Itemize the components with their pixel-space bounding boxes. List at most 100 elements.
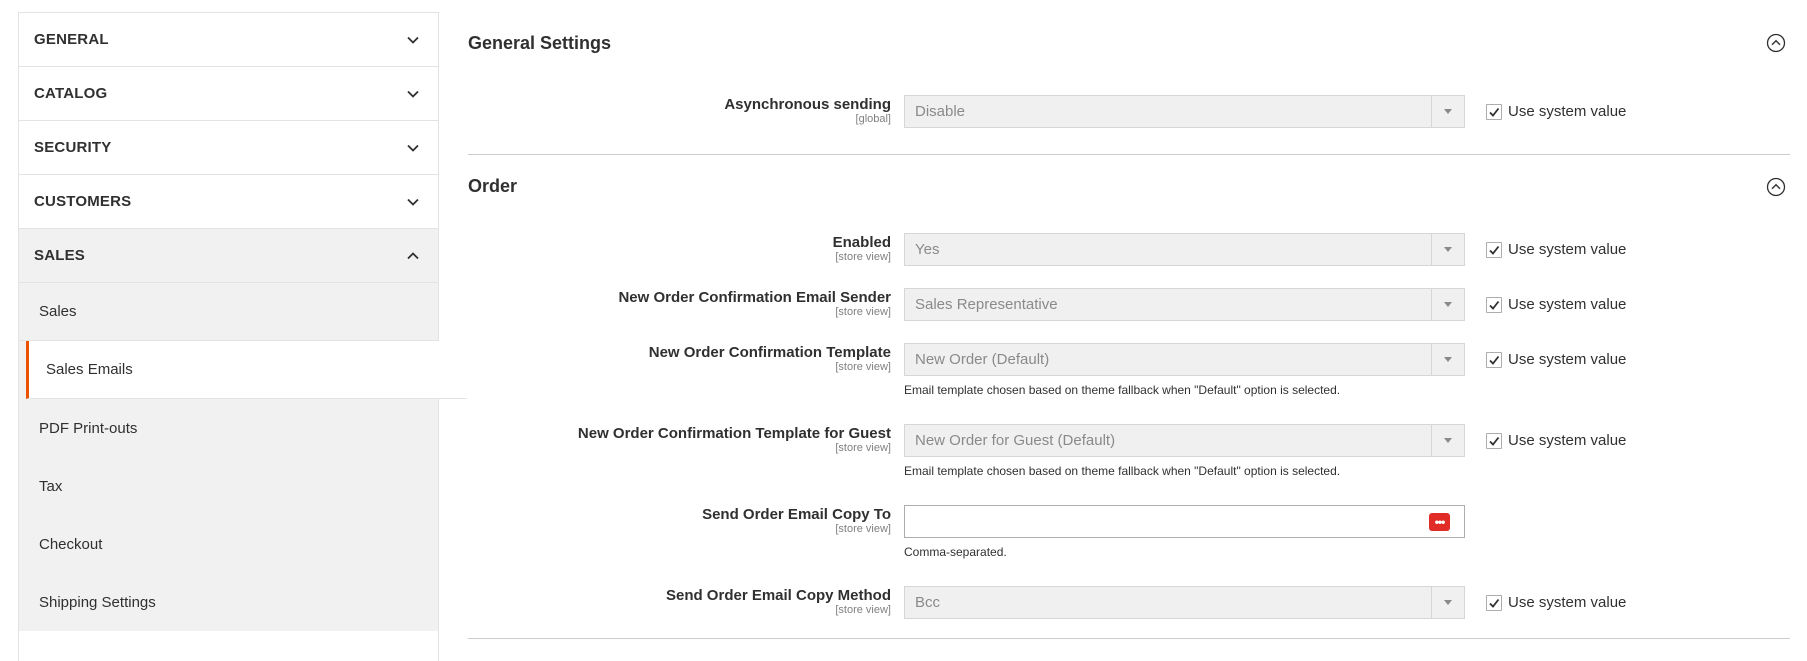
dropdown-arrow-icon [1431,344,1464,375]
collapse-circle-icon[interactable] [1766,177,1786,197]
guest-template-select[interactable]: New Order for Guest (Default) [904,424,1465,457]
sidebar-section-label: CATALOG [34,85,108,102]
checkbox-checked-icon [1486,296,1502,313]
dropdown-arrow-icon [1431,234,1464,265]
sidebar-item-shipping-settings[interactable]: Shipping Settings [19,573,438,631]
async-sending-select[interactable]: Disable [904,95,1465,128]
row-email-sender: New Order Confirmation Email Sender [sto… [468,285,1790,340]
checkbox-checked-icon [1486,103,1502,120]
copy-method-select[interactable]: Bcc [904,586,1465,619]
dropdown-arrow-icon [1431,587,1464,618]
sidebar-item-checkout[interactable]: Checkout [19,515,438,573]
field-label: Asynchronous sending [724,96,891,113]
field-label-group: Asynchronous sending [global] [724,96,891,126]
field-label-group: New Order Confirmation Template [store v… [649,344,891,374]
field-label-group: New Order Confirmation Template for Gues… [578,425,891,455]
scope-label: [store view] [835,523,891,535]
copy-to-input-wrapper: ••• [904,505,1465,538]
field-label: Send Order Email Copy Method [665,587,891,604]
scope-label: [store view] [835,251,891,263]
scope-label: [store view] [835,306,891,318]
use-system-value-checkbox[interactable]: Use system value [1486,296,1626,313]
field-label: Enabled [832,234,891,251]
general-settings-header[interactable]: General Settings [468,13,1790,73]
select-value: Yes [915,241,940,258]
field-label-group: Enabled [store view] [833,234,891,264]
scope-label: [store view] [835,361,891,373]
section-title: Order [468,176,518,196]
email-sender-select[interactable]: Sales Representative [904,288,1465,321]
sidebar-item-tax[interactable]: Tax [19,457,438,515]
field-label: New Order Confirmation Template [648,344,891,361]
checkbox-label: Use system value [1508,351,1627,368]
select-value: Disable [915,103,966,120]
checkbox-label: Use system value [1508,296,1627,313]
use-system-value-checkbox[interactable]: Use system value [1486,241,1626,258]
collapse-circle-icon[interactable] [1766,33,1786,53]
sidebar-section-sales[interactable]: SALES [19,229,438,283]
sidebar-item-pdf-printouts[interactable]: PDF Print-outs [19,399,438,457]
scope-label: [store view] [835,604,891,616]
checkbox-checked-icon [1486,241,1502,258]
row-confirmation-template: New Order Confirmation Template [store v… [468,340,1790,421]
field-label: Send Order Email Copy To [702,506,891,523]
password-manager-icon[interactable]: ••• [1429,513,1450,531]
dropdown-arrow-icon [1431,425,1464,456]
field-label-group: Send Order Email Copy Method [store view… [666,587,891,617]
section-divider [468,638,1790,639]
checkbox-checked-icon [1486,432,1502,449]
checkbox-label: Use system value [1508,594,1627,611]
section-title: General Settings [468,32,612,53]
chevron-down-icon [407,144,419,152]
use-system-value-checkbox[interactable]: Use system value [1486,351,1626,368]
sidebar-section-label: CUSTOMERS [34,193,132,210]
field-label-group: New Order Confirmation Email Sender [sto… [618,289,891,319]
order-header[interactable]: Order [468,155,1790,218]
sidebar-item-sales[interactable]: Sales [19,283,438,341]
sidebar-section-label: SECURITY [34,139,112,156]
field-note: Email template chosen based on theme fal… [904,383,1341,397]
checkbox-checked-icon [1486,351,1502,368]
sales-subnav: Sales Sales Emails PDF Print-outs Tax Ch… [19,283,467,631]
enabled-select[interactable]: Yes [904,233,1465,266]
field-label: New Order Confirmation Template for Gues… [577,425,891,442]
sidebar-item-sales-emails[interactable]: Sales Emails [26,341,467,399]
row-guest-template: New Order Confirmation Template for Gues… [468,421,1790,502]
row-enabled: Enabled [store view] Yes Use system valu… [468,230,1790,285]
use-system-value-checkbox[interactable]: Use system value [1486,594,1626,611]
chevron-down-icon [407,198,419,206]
field-note: Comma-separated. [904,545,1007,559]
sidebar-section-general[interactable]: GENERAL [19,13,438,67]
use-system-value-checkbox[interactable]: Use system value [1486,432,1626,449]
config-main: General Settings Asynchronous sending [g… [468,0,1790,661]
dropdown-arrow-icon [1431,289,1464,320]
dropdown-arrow-icon [1431,96,1464,127]
sidebar-section-security[interactable]: SECURITY [19,121,438,175]
select-value: New Order for Guest (Default) [915,432,1116,449]
copy-to-input[interactable] [905,506,1409,537]
sidebar-section-customers[interactable]: CUSTOMERS [19,175,438,229]
checkbox-checked-icon [1486,594,1502,611]
chevron-down-icon [407,36,419,44]
sidebar-section-label: SALES [34,247,86,264]
checkbox-label: Use system value [1508,241,1627,258]
sidebar-section-catalog[interactable]: CATALOG [19,67,438,121]
select-value: Bcc [915,594,941,611]
sidebar-section-label: GENERAL [34,31,109,48]
field-label-group: Send Order Email Copy To [store view] [702,506,891,536]
config-sidebar: GENERAL CATALOG SECURITY CUSTOMERS SALES… [18,12,467,661]
select-value: Sales Representative [915,296,1058,313]
use-system-value-checkbox[interactable]: Use system value [1486,103,1626,120]
field-note: Email template chosen based on theme fal… [904,464,1341,478]
scope-label: [store view] [835,442,891,454]
row-async-sending: Asynchronous sending [global] Disable Us… [468,73,1790,154]
field-label: New Order Confirmation Email Sender [618,289,891,306]
scope-label: [global] [855,113,891,125]
row-copy-method: Send Order Email Copy Method [store view… [468,583,1790,638]
checkbox-label: Use system value [1508,103,1627,120]
chevron-down-icon [407,90,419,98]
checkbox-label: Use system value [1508,432,1627,449]
chevron-up-icon [407,251,419,259]
confirmation-template-select[interactable]: New Order (Default) [904,343,1465,376]
select-value: New Order (Default) [915,351,1050,368]
